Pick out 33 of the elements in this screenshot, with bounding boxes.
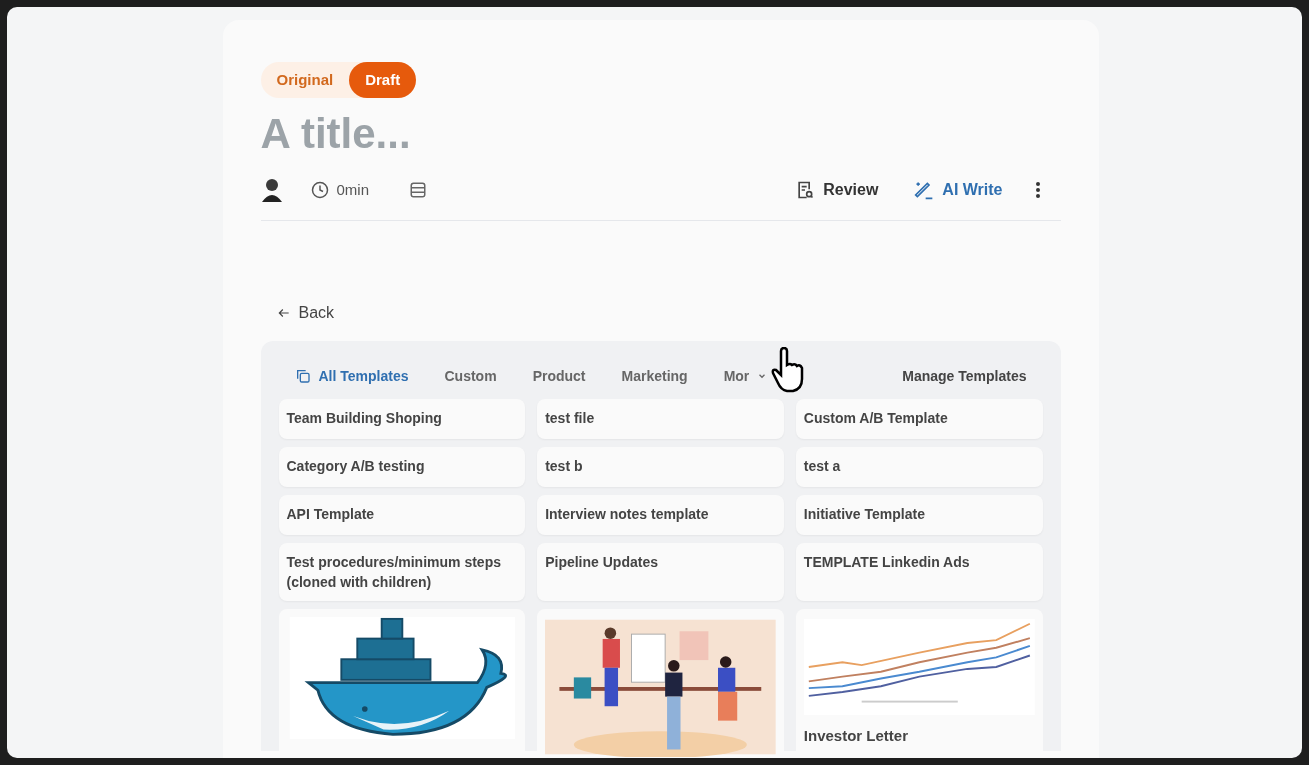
title-field[interactable]: A title...: [260, 106, 1061, 160]
copy-icon: [294, 368, 311, 384]
template-card[interactable]: test a: [795, 447, 1043, 487]
read-time: 0min: [336, 179, 369, 200]
template-card[interactable]: API Template: [278, 495, 526, 535]
back-link[interactable]: Back: [276, 301, 335, 325]
more-options-icon[interactable]: [1034, 181, 1041, 199]
template-card[interactable]: Team Building Shoping: [278, 399, 526, 439]
template-card[interactable]: TEMPLATE Linkedin Ads: [795, 543, 1043, 601]
template-card[interactable]: test b: [537, 447, 784, 487]
version-tab[interactable]: Draft: [349, 62, 417, 98]
template-tab[interactable]: Marketing: [621, 365, 688, 387]
template-card[interactable]: Custom A/B Template: [795, 399, 1043, 439]
review-button[interactable]: Review: [795, 178, 879, 202]
manage-templates-button[interactable]: Manage Templates: [902, 365, 1027, 387]
template-card[interactable]: Interview notes template: [537, 495, 784, 535]
arrow-left-icon: [276, 306, 291, 320]
template-card[interactable]: test file: [537, 399, 784, 439]
template-title: Investor Letter: [803, 726, 910, 746]
template-tab[interactable]: All Templates: [294, 365, 409, 387]
ai-write-button[interactable]: AI Write: [914, 178, 1003, 202]
avatar-icon: [260, 178, 283, 202]
template-card[interactable]: Pipeline Updates: [537, 543, 784, 601]
template-card[interactable]: Initiative Template: [795, 495, 1043, 535]
list-icon[interactable]: [409, 181, 427, 199]
pen-icon: [914, 180, 935, 200]
template-tab[interactable]: Mor: [723, 365, 768, 387]
template-tab[interactable]: Product: [532, 365, 586, 387]
template-card[interactable]: Test procedures/minimum steps (cloned with children): [278, 543, 526, 601]
template-card[interactable]: Category A/B testing: [278, 447, 526, 487]
template-tab[interactable]: Custom: [444, 365, 497, 387]
clock-icon: [310, 181, 329, 199]
document-search-icon: [795, 180, 816, 200]
